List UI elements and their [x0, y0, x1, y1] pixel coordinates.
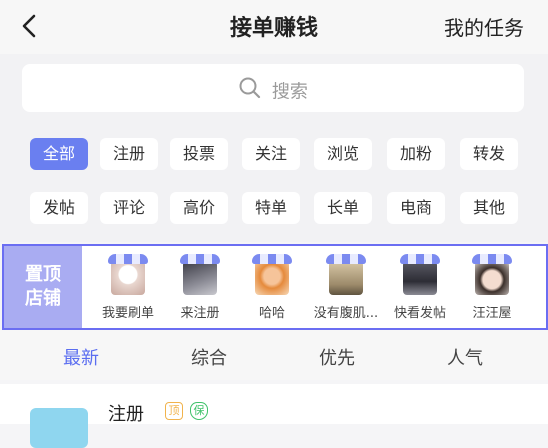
featured-label: 置顶 店铺: [4, 246, 82, 328]
tag-ecommerce[interactable]: 电商: [387, 192, 445, 224]
shop-name: 没有腹肌...: [313, 306, 379, 321]
tag-browse[interactable]: 浏览: [314, 138, 372, 170]
shop-avatar: [326, 254, 366, 296]
guarantee-badge: 保: [190, 402, 208, 420]
shop-name: 我要刷单: [101, 306, 154, 321]
category-tags: 全部 注册 投票 关注 浏览 加粉 转发 发帖 评论 高价 特单 长单 电商 其…: [0, 126, 548, 242]
tag-other[interactable]: 其他: [460, 192, 518, 224]
tag-vote[interactable]: 投票: [170, 138, 228, 170]
tag-add-fans[interactable]: 加粉: [387, 138, 445, 170]
tag-post[interactable]: 发帖: [30, 192, 88, 224]
task-title: 注册: [108, 404, 144, 425]
featured-label-line1: 置顶: [25, 264, 61, 285]
shop-name: 汪汪屋: [472, 306, 512, 321]
shop-item[interactable]: 快看发帖: [384, 254, 456, 321]
tag-register[interactable]: 注册: [100, 138, 158, 170]
top-bar: 接单赚钱 我的任务: [0, 0, 548, 54]
back-icon[interactable]: [18, 12, 44, 40]
shop-avatar: [252, 254, 292, 296]
shop-avatar: [400, 254, 440, 296]
tag-repost[interactable]: 转发: [460, 138, 518, 170]
shop-item[interactable]: 哈哈: [236, 254, 308, 321]
featured-shops: 置顶 店铺 我要刷单 来注册 哈哈 没有腹肌... 快看发帖 汪汪屋: [2, 244, 548, 330]
shop-item[interactable]: 来注册: [164, 254, 236, 321]
tag-high-price[interactable]: 高价: [170, 192, 228, 224]
shop-name: 来注册: [180, 306, 220, 321]
shop-name: 快看发帖: [393, 306, 446, 321]
shop-avatar: [472, 254, 512, 296]
task-thumbnail: [30, 408, 88, 448]
my-tasks-link[interactable]: 我的任务: [444, 12, 524, 41]
sort-tabs: 最新 综合 优先 人气: [0, 330, 548, 380]
shop-avatar: [180, 254, 220, 296]
task-list: 注册 顶 保: [0, 384, 548, 448]
search-area: 搜索: [0, 54, 548, 126]
featured-label-line2: 店铺: [25, 288, 61, 309]
search-placeholder: 搜索: [271, 81, 308, 103]
tag-long-term[interactable]: 长单: [314, 192, 372, 224]
tag-special[interactable]: 特单: [242, 192, 300, 224]
tab-overall[interactable]: 综合: [164, 344, 254, 370]
tag-follow[interactable]: 关注: [242, 138, 300, 170]
tag-comment[interactable]: 评论: [100, 192, 158, 224]
shop-avatar: [108, 254, 148, 296]
tab-latest[interactable]: 最新: [36, 344, 126, 370]
shop-item[interactable]: 没有腹肌...: [310, 254, 382, 321]
top-badge: 顶: [165, 402, 183, 420]
tab-priority[interactable]: 优先: [292, 344, 382, 370]
search-input[interactable]: 搜索: [22, 64, 524, 112]
search-icon: [238, 76, 262, 105]
shop-item[interactable]: 我要刷单: [92, 254, 164, 321]
shop-name: 哈哈: [258, 306, 285, 321]
tag-all[interactable]: 全部: [30, 138, 88, 170]
tab-popular[interactable]: 人气: [420, 344, 510, 370]
shop-item[interactable]: 汪汪屋: [456, 254, 528, 321]
